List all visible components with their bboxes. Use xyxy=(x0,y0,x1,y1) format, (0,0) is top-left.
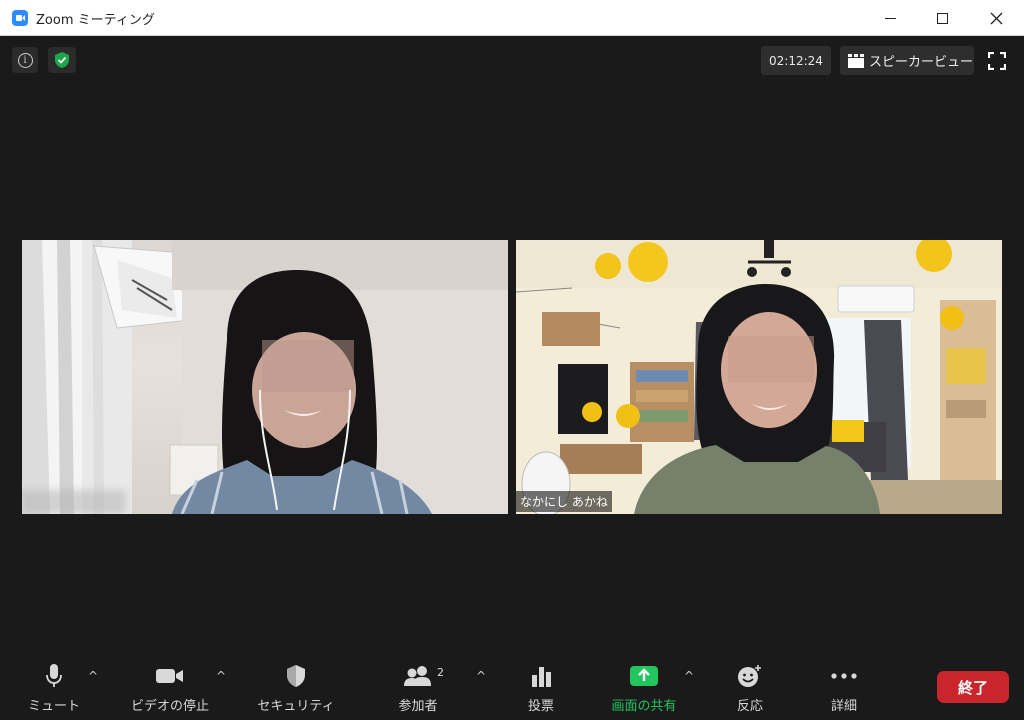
share-screen-label: 画面の共有 xyxy=(611,699,677,714)
participant-name-label-2: なかにし あかね xyxy=(516,491,612,512)
video-options-caret[interactable]: ^ xyxy=(216,669,226,683)
participants-icon xyxy=(403,663,433,689)
window-title: Zoom ミーティング xyxy=(36,13,155,28)
participant-video-2[interactable]: なかにし あかね xyxy=(516,240,1002,514)
poll-button[interactable]: 投票 xyxy=(520,663,562,717)
participants-label: 参加者 xyxy=(398,699,438,714)
meeting-timer: 02:12:24 xyxy=(761,46,831,75)
minimize-button[interactable] xyxy=(864,0,916,36)
poll-icon xyxy=(530,663,552,689)
security-button[interactable]: セキュリティ xyxy=(257,663,335,717)
close-icon xyxy=(990,12,1002,24)
zoom-app-icon xyxy=(12,10,28,26)
reactions-label: 反応 xyxy=(736,699,763,714)
camera-icon xyxy=(155,663,185,689)
share-options-caret[interactable]: ^ xyxy=(684,669,694,683)
participants-options-caret[interactable]: ^ xyxy=(476,669,486,683)
stop-video-button[interactable]: ビデオの停止 xyxy=(128,663,212,717)
share-screen-button[interactable]: 画面の共有 xyxy=(604,663,684,717)
more-icon xyxy=(831,663,857,689)
speaker-view-button[interactable]: スピーカービュー xyxy=(840,46,974,75)
meeting-info-button[interactable]: i xyxy=(12,47,38,73)
mute-label: ミュート xyxy=(28,699,81,714)
title-bar: Zoom ミーティング xyxy=(0,0,1024,36)
participant-video-image-1 xyxy=(22,240,508,514)
participants-count: 2 xyxy=(437,666,444,679)
grid-icon xyxy=(848,53,864,68)
more-label: 詳細 xyxy=(830,699,857,714)
zoom-meeting-window: Zoom ミーティング i 02:12:24 スピーカービュー なかにし あかね… xyxy=(0,0,1024,720)
close-button[interactable] xyxy=(970,0,1022,36)
maximize-icon xyxy=(936,12,948,24)
security-label: セキュリティ xyxy=(257,699,335,714)
speaker-view-label: スピーカービュー xyxy=(869,55,974,70)
participant-name-blur-1 xyxy=(22,490,126,514)
mute-button[interactable]: ミュート xyxy=(28,663,80,717)
shield-check-icon xyxy=(55,52,69,68)
poll-label: 投票 xyxy=(527,699,554,714)
info-icon: i xyxy=(17,52,33,68)
microphone-icon xyxy=(45,663,63,689)
maximize-button[interactable] xyxy=(916,0,968,36)
security-shield-icon xyxy=(285,663,307,689)
end-meeting-button[interactable]: 終了 xyxy=(937,671,1009,703)
share-screen-icon xyxy=(629,663,659,689)
reaction-icon xyxy=(737,663,763,689)
fullscreen-button[interactable] xyxy=(984,50,1010,72)
more-button[interactable]: 詳細 xyxy=(824,663,864,717)
reactions-button[interactable]: 反応 xyxy=(730,663,770,717)
fullscreen-icon xyxy=(988,52,1006,70)
meeting-toolbar: ミュート ^ ビデオの停止 ^ セキュリティ 参加者 2 ^ 投票 画面の共有 … xyxy=(0,655,1024,720)
stop-video-label: ビデオの停止 xyxy=(130,699,209,714)
audio-options-caret[interactable]: ^ xyxy=(88,669,98,683)
participant-video-image-2 xyxy=(516,240,1002,514)
minimize-icon xyxy=(884,17,896,19)
encryption-shield-button[interactable] xyxy=(48,47,76,73)
participant-video-1[interactable] xyxy=(22,240,508,514)
